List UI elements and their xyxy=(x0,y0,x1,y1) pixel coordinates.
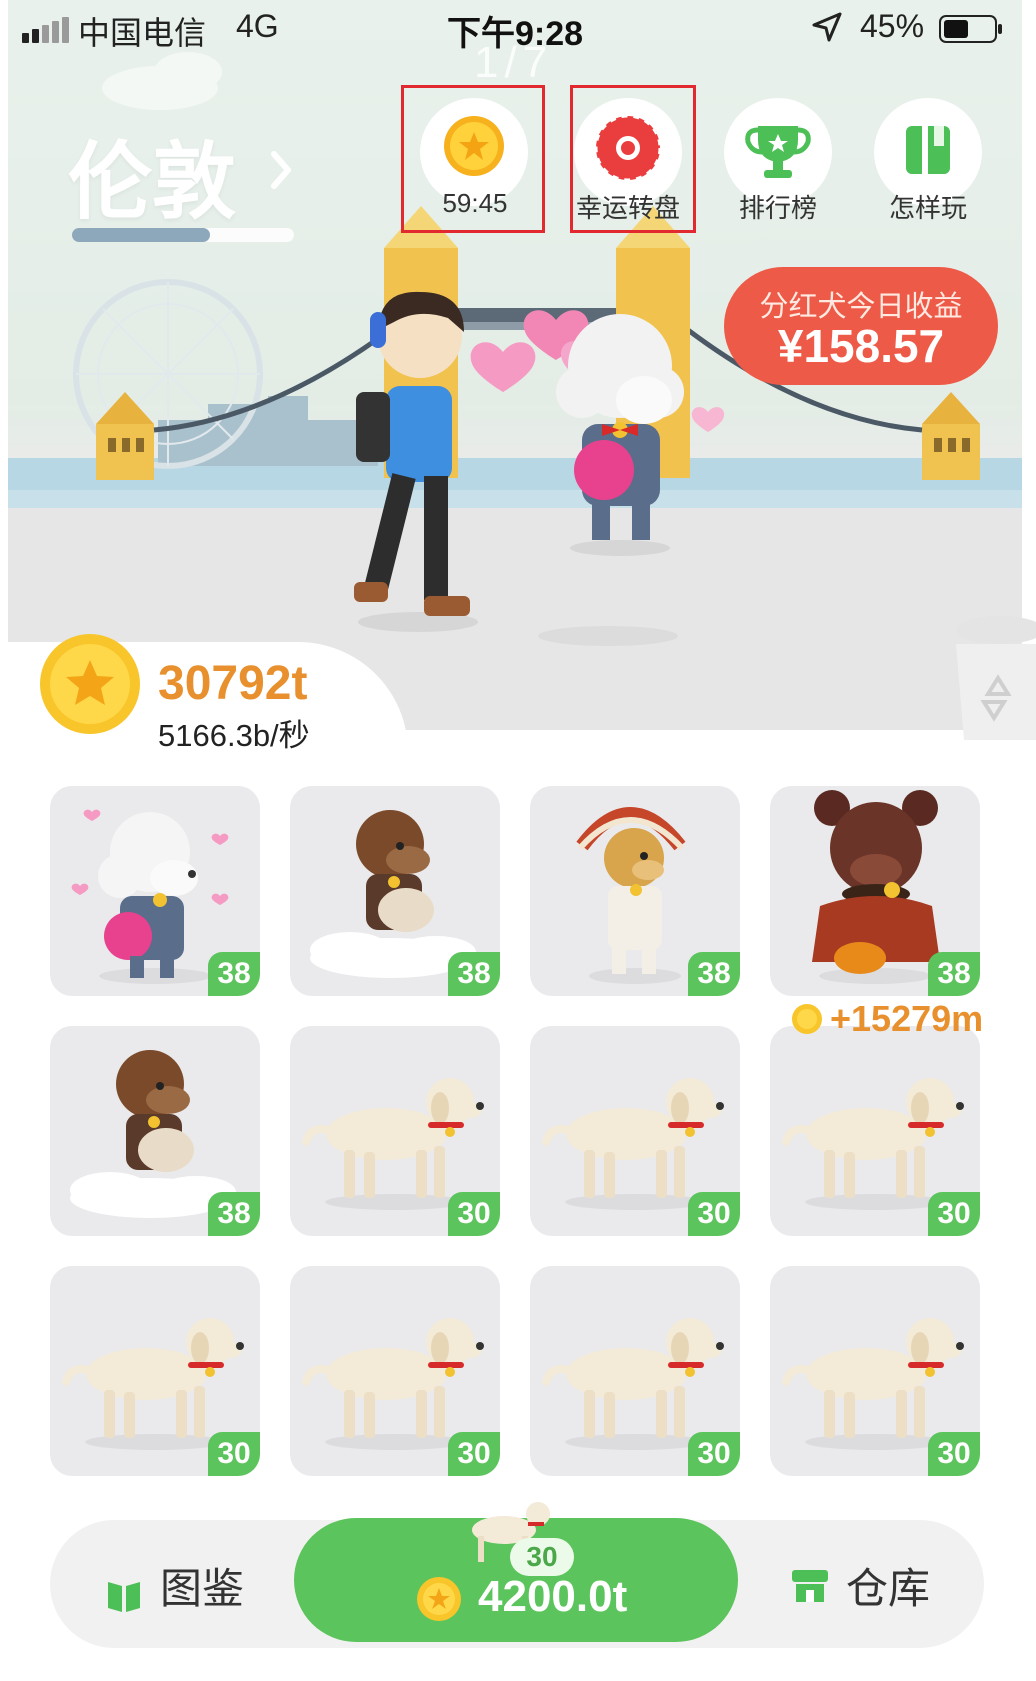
carrier-name: 中国电信 xyxy=(78,15,207,51)
earn-popup: +15279m xyxy=(830,998,984,1039)
battery-percent: 45% xyxy=(860,8,925,44)
battery-icon xyxy=(939,15,1002,43)
city-name[interactable]: 伦敦 xyxy=(68,115,236,236)
dog-slot[interactable]: 30 xyxy=(50,1266,260,1476)
dog-level-badge: 38 xyxy=(208,952,260,996)
dividend-dog-earnings[interactable]: 分红犬今日收益 ¥158.57 xyxy=(724,267,998,385)
dog-level-badge: 30 xyxy=(688,1192,740,1236)
dog-slot[interactable]: 38 xyxy=(770,786,980,996)
recycle-bin-icon[interactable] xyxy=(944,600,1036,748)
dog-slot[interactable]: 38 xyxy=(290,786,500,996)
dog-slot[interactable]: 30 xyxy=(530,1266,740,1476)
coin-icon xyxy=(417,1577,461,1621)
dog-slot[interactable]: 38 xyxy=(50,1026,260,1236)
coin-total: 30792t xyxy=(158,657,308,710)
warehouse-button[interactable]: 仓库 xyxy=(846,1555,930,1616)
city-progress-bar xyxy=(72,228,294,242)
clock: 下午9:28 xyxy=(447,15,584,53)
dog-slot[interactable]: 30 xyxy=(530,1026,740,1236)
dog-slot[interactable]: 30 xyxy=(770,1266,980,1476)
city-progress-fill xyxy=(72,228,210,242)
dog-level-badge: 38 xyxy=(208,1192,260,1236)
dog-slot[interactable]: 30 xyxy=(290,1026,500,1236)
earnings-amount: ¥158.57 xyxy=(777,320,945,372)
dog-level-badge: 30 xyxy=(688,1432,740,1476)
dog-level-badge: 38 xyxy=(688,952,740,996)
location-arrow-icon xyxy=(812,12,842,42)
coin-rate: 5166.3b/秒 xyxy=(158,718,310,753)
dog-slot[interactable]: 30 xyxy=(770,1026,980,1236)
storefront-icon[interactable] xyxy=(790,1566,830,1606)
how-to-play-label: 怎样玩 xyxy=(888,193,967,223)
signal-icon xyxy=(22,17,69,43)
coin-icon xyxy=(792,1004,822,1034)
app-screen: 1/7 伦敦 59:45 幸运转盘 排行榜 怎样玩 分红犬今日收益 ¥158.5… xyxy=(0,0,1036,1681)
status-bar: 中国电信 4G 下午9:28 45% xyxy=(0,0,1036,58)
dog-level-badge: 38 xyxy=(928,952,980,996)
leaderboard-label: 排行榜 xyxy=(738,193,817,223)
dog-level-badge: 30 xyxy=(208,1432,260,1476)
dog-level-badge: 30 xyxy=(448,1192,500,1236)
dog-level-badge: 30 xyxy=(928,1192,980,1236)
collection-button[interactable]: 图鉴 xyxy=(160,1555,244,1616)
chevron-right-icon[interactable] xyxy=(270,150,292,190)
book-icon[interactable] xyxy=(104,1566,144,1626)
dog-level-badge: 38 xyxy=(448,952,500,996)
network-type: 4G xyxy=(236,8,279,44)
dog-slot[interactable]: 30 xyxy=(290,1266,500,1476)
highlight-box-wheel xyxy=(570,85,696,233)
dog-slot[interactable]: 38 xyxy=(50,786,260,996)
coin-icon xyxy=(40,634,140,734)
dog-level-badge: 30 xyxy=(448,1432,500,1476)
buy-dog-level: 30 xyxy=(510,1538,574,1576)
dog-level-badge: 30 xyxy=(928,1432,980,1476)
dog-slot[interactable]: 38 xyxy=(530,786,740,996)
buy-dog-price: 4200.0t xyxy=(478,1572,628,1621)
highlight-box-timer xyxy=(401,85,545,233)
city-scene: 1/7 伦敦 59:45 幸运转盘 排行榜 怎样玩 分红犬今日收益 ¥158.5… xyxy=(8,0,1022,730)
